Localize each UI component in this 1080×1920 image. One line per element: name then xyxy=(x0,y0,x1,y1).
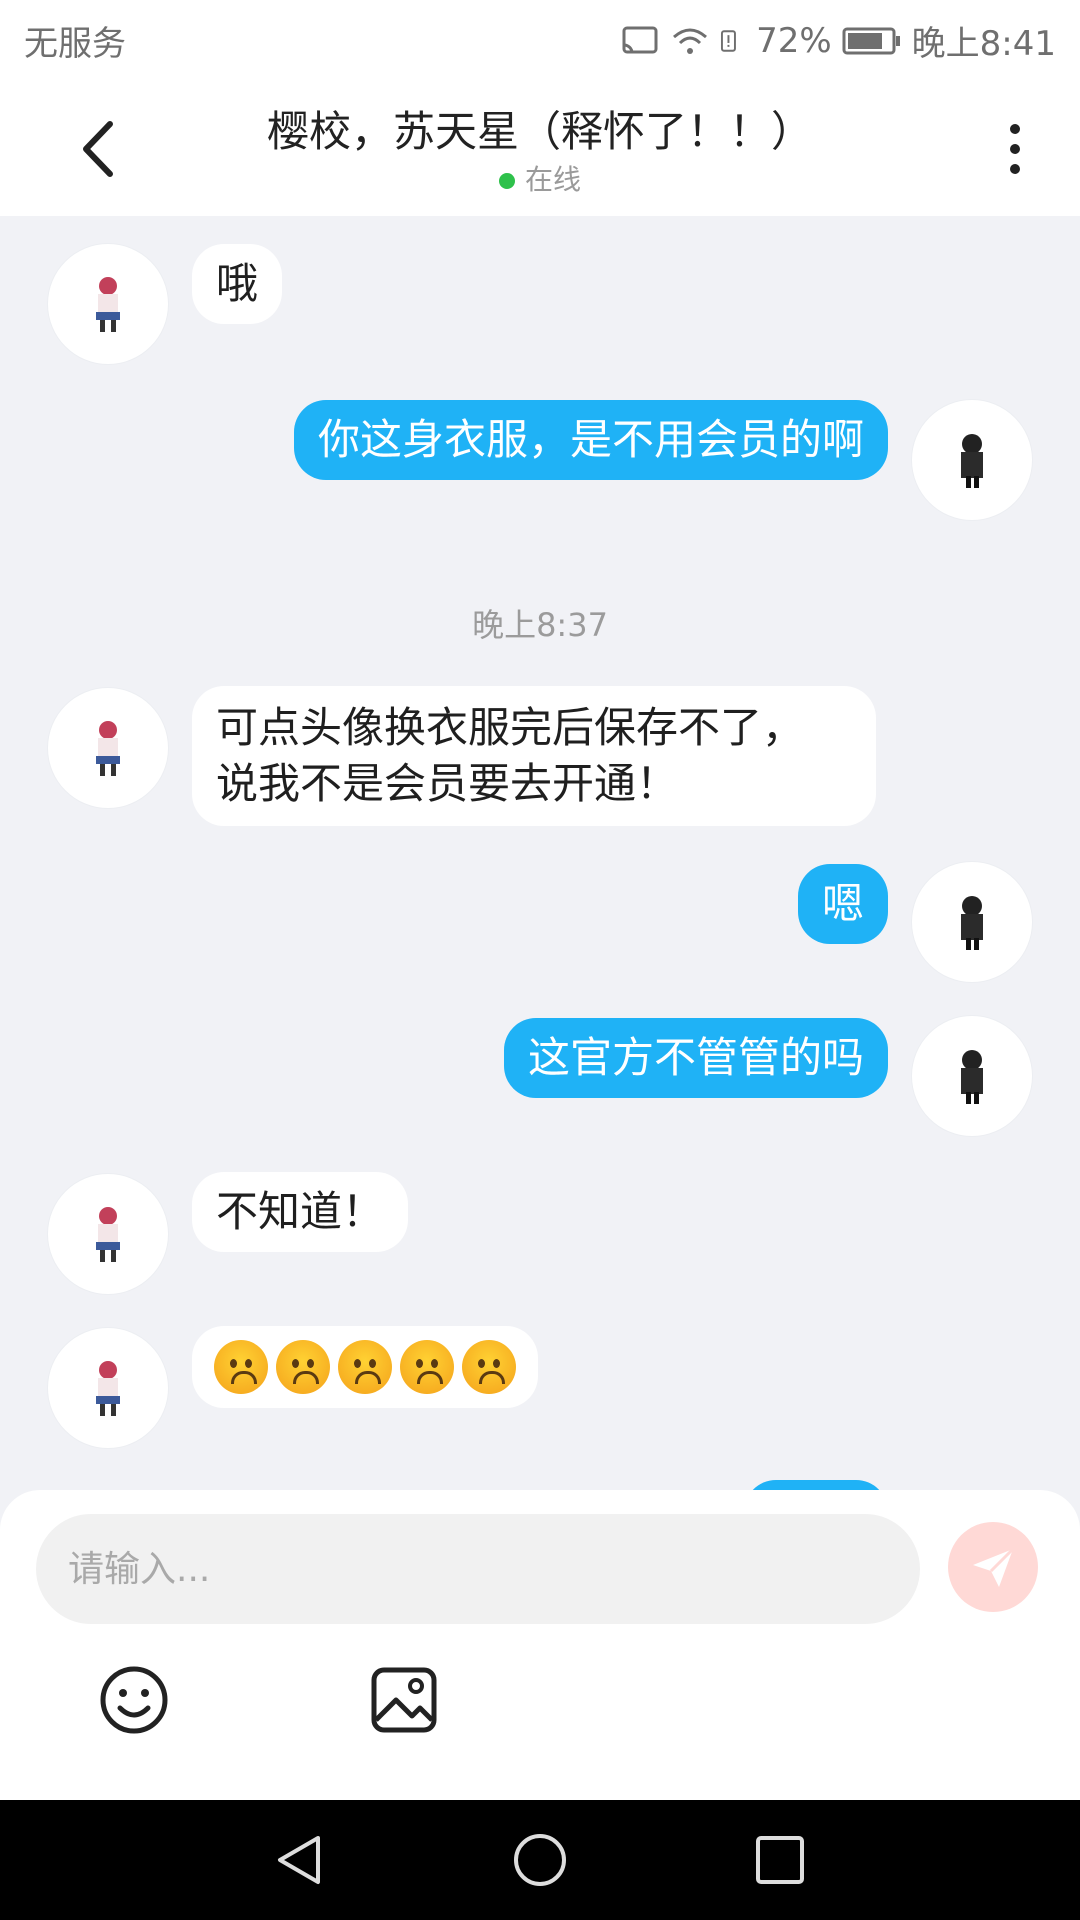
presence-status: 在线 xyxy=(0,158,1080,198)
send-button[interactable] xyxy=(948,1522,1038,1612)
timestamp: 晚上8:37 xyxy=(472,606,608,644)
message-bubble-outgoing[interactable]: 你这身衣服，是不用会员的啊 xyxy=(293,400,888,480)
anime-girl-avatar-icon xyxy=(96,1361,120,1416)
my-avatar[interactable] xyxy=(912,400,1032,520)
message-bubble-incoming[interactable]: 可点头像换衣服完后保存不了， 说我不是会员要去开通！ xyxy=(192,686,876,826)
battery-icon xyxy=(842,27,900,54)
worried-face-icon xyxy=(400,1340,454,1394)
worried-face-icon xyxy=(276,1340,330,1394)
message-bubble-outgoing[interactable]: 这官方不管管的吗 xyxy=(503,1018,888,1098)
dark-hair-avatar-icon xyxy=(961,434,983,488)
presence-label: 在线 xyxy=(524,163,581,196)
my-avatar[interactable] xyxy=(912,862,1032,982)
anime-girl-avatar-icon xyxy=(96,721,120,776)
message-list[interactable]: 哦 你这身衣服，是不用会员的啊 晚上8:37 可点头像换衣服完后保存不了， 说我… xyxy=(0,216,1080,1490)
chat-header: 樱校，苏天星（释怀了！！） 在线 xyxy=(0,76,1080,216)
anime-girl-avatar-icon xyxy=(96,277,120,332)
message-bubble-incoming[interactable]: 不知道！ xyxy=(192,1172,409,1252)
send-icon xyxy=(973,1547,1015,1587)
status-bar: 无服务 72% 晚上8:41 xyxy=(0,0,1080,76)
worried-face-icon xyxy=(214,1340,268,1394)
message-bubble-outgoing[interactable] xyxy=(744,1480,888,1490)
my-avatar[interactable] xyxy=(912,1016,1032,1136)
anime-girl-avatar-icon xyxy=(96,1207,120,1262)
image-icon[interactable] xyxy=(368,1664,440,1736)
cast-icon xyxy=(622,26,658,53)
system-navigation-bar xyxy=(0,1800,1080,1920)
dot-icon xyxy=(1010,124,1020,134)
wifi-icon xyxy=(673,28,708,54)
smiley-icon[interactable] xyxy=(98,1664,170,1736)
nav-recents-icon[interactable] xyxy=(750,1830,810,1890)
sim-alert-icon xyxy=(721,29,736,52)
dot-icon xyxy=(1010,144,1020,154)
contact-avatar[interactable] xyxy=(48,244,168,364)
message-line: 可点头像换衣服完后保存不了， xyxy=(216,703,805,752)
dot-icon xyxy=(1010,164,1020,174)
chat-title: 樱校，苏天星（释怀了！！） xyxy=(266,107,813,156)
online-dot-icon xyxy=(498,173,515,189)
message-bubble-incoming[interactable]: 哦 xyxy=(192,244,283,324)
message-bubble-outgoing[interactable]: 嗯 xyxy=(797,864,888,944)
contact-avatar[interactable] xyxy=(48,688,168,808)
status-indicators: 72% 晚上8:41 xyxy=(620,16,1056,65)
nav-back-icon[interactable] xyxy=(270,1830,330,1890)
dark-hair-avatar-icon xyxy=(961,896,983,950)
worried-face-icon xyxy=(338,1340,392,1394)
message-composer xyxy=(0,1490,1080,1800)
carrier-label: 无服务 xyxy=(24,24,126,64)
battery-percent: 72% xyxy=(756,20,832,61)
dark-hair-avatar-icon xyxy=(961,1050,983,1104)
contact-avatar[interactable] xyxy=(48,1328,168,1448)
more-options-button[interactable] xyxy=(1000,118,1030,184)
nav-home-icon[interactable] xyxy=(510,1830,570,1890)
message-line: 说我不是会员要去开通！ xyxy=(216,759,679,808)
contact-avatar[interactable] xyxy=(48,1174,168,1294)
message-bubble-incoming[interactable] xyxy=(192,1326,538,1408)
message-input[interactable] xyxy=(36,1514,920,1624)
clock: 晚上8:41 xyxy=(911,24,1056,64)
worried-face-icon xyxy=(462,1340,516,1394)
